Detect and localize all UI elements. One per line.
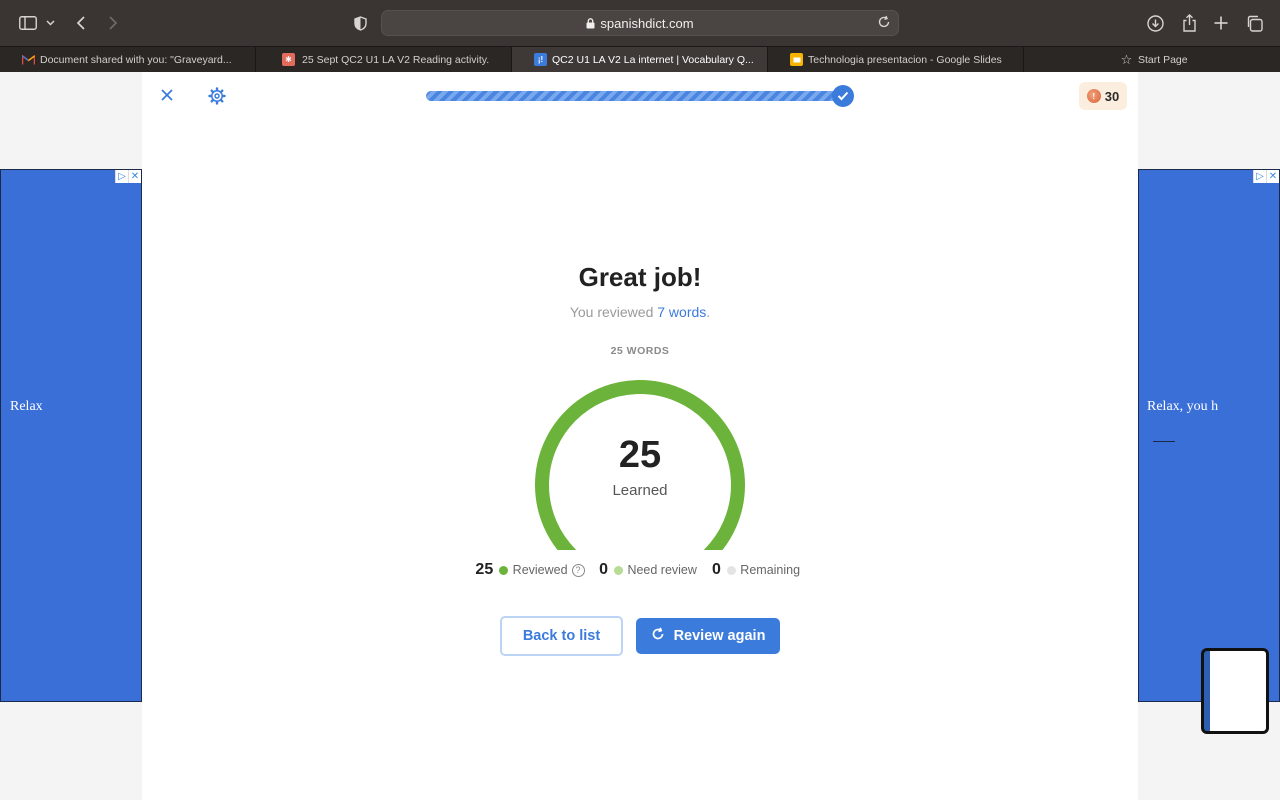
status-dot xyxy=(726,565,736,575)
tab-spanishdict[interactable]: ¡! QC2 U1 LA V2 La internet | Vocabulary… xyxy=(512,47,768,72)
ad-choices-icon[interactable]: ▷ xyxy=(115,170,128,183)
tab-overview-icon[interactable] xyxy=(1244,12,1264,34)
tab-label: QC2 U1 LA V2 La internet | Vocabulary Q.… xyxy=(552,53,754,66)
learned-label: Learned xyxy=(612,482,668,499)
result-headline: Great job! xyxy=(578,262,702,292)
slides-icon xyxy=(790,53,803,66)
gmail-icon xyxy=(22,53,35,66)
back-to-list-button[interactable]: Back to list xyxy=(500,616,623,656)
sidebar-toggle-icon[interactable] xyxy=(18,12,38,34)
tab-label: Document shared with you: "Graveyard... xyxy=(40,53,232,66)
stat-label: Remaining xyxy=(740,563,801,577)
gear-icon[interactable] xyxy=(207,86,227,106)
ad-text: Relax, you h xyxy=(1147,399,1219,414)
left-ad-banner[interactable]: ▷ ✕ Relax xyxy=(0,169,142,702)
result-subline: You reviewed 7 words. xyxy=(440,304,840,320)
ad-close-icon[interactable]: ✕ xyxy=(1266,170,1279,183)
status-dot xyxy=(613,565,623,575)
stat-value: 0 xyxy=(599,561,608,578)
back-arrow-icon[interactable] xyxy=(74,12,88,34)
stat-label: Reviewed xyxy=(512,563,568,577)
stat-reviewed: 25 Reviewed? xyxy=(470,559,590,579)
star-icon: ☆ xyxy=(1120,51,1133,67)
tab-label: 25 Sept QC2 U1 LA V2 Reading activity. xyxy=(302,53,490,66)
streak-flame-icon: ! xyxy=(1086,89,1101,103)
subline-suffix: . xyxy=(706,304,711,320)
tab-google-slides[interactable]: Technologia presentacion - Google Slides xyxy=(768,47,1024,72)
browser-toolbar: spanishdict.com xyxy=(0,0,1280,46)
learned-count: 25 xyxy=(618,434,662,476)
stat-label: Need review xyxy=(627,563,697,577)
spanishdict-icon: ¡! xyxy=(534,53,547,66)
tab-label: Technologia presentacion - Google Slides xyxy=(808,53,1002,66)
ad-close-icon[interactable]: ✕ xyxy=(128,170,141,183)
streak-badge[interactable]: ! 30 xyxy=(1079,82,1127,110)
status-dot xyxy=(499,565,509,575)
ad-choices-icon[interactable]: ▷ xyxy=(1253,170,1266,183)
quiz-progress-bar xyxy=(426,91,846,101)
refresh-icon xyxy=(651,627,665,645)
stat-value: 0 xyxy=(711,561,721,578)
tab-reading-activity[interactable]: ✱ 25 Sept QC2 U1 LA V2 Reading activity. xyxy=(256,47,512,72)
share-icon[interactable] xyxy=(1180,12,1198,34)
ad-text: Relax xyxy=(10,399,43,414)
tab-label: Start Page xyxy=(1138,53,1188,66)
review-again-label: Review again xyxy=(673,628,766,644)
right-ad-banner[interactable]: ▷ ✕ Relax, you h xyxy=(1138,169,1280,702)
checkmark-icon xyxy=(832,85,854,107)
chevron-down-icon[interactable] xyxy=(44,12,56,34)
quizlet-icon: ✱ xyxy=(282,53,295,66)
privacy-shield-icon[interactable] xyxy=(352,12,368,34)
tab-bar: Document shared with you: "Graveyard... … xyxy=(0,46,1280,72)
help-icon[interactable]: ? xyxy=(571,563,585,577)
stat-value: 25 xyxy=(475,561,494,578)
new-tab-icon[interactable] xyxy=(1212,12,1230,34)
word-count-label: 25 WORDS xyxy=(610,345,670,357)
close-icon[interactable] xyxy=(158,86,176,104)
lock-icon xyxy=(586,17,595,32)
pip-screen xyxy=(1204,651,1266,731)
streak-count: 30 xyxy=(1104,88,1120,104)
download-icon[interactable] xyxy=(1146,12,1164,34)
url-text: spanishdict.com xyxy=(600,16,694,31)
ad-controls: ▷ ✕ xyxy=(1253,170,1279,183)
tab-start-page[interactable]: ☆ Start Page xyxy=(1024,47,1280,72)
address-bar[interactable]: spanishdict.com xyxy=(381,10,899,36)
reviewed-words-link[interactable]: 7 words xyxy=(657,304,706,320)
picture-in-picture-window[interactable] xyxy=(1201,648,1269,734)
forward-arrow-icon[interactable] xyxy=(106,12,120,34)
stat-need-review: 0 Need review xyxy=(588,559,708,579)
subline-prefix: You reviewed xyxy=(569,304,654,320)
tab-gmail[interactable]: Document shared with you: "Graveyard... xyxy=(0,47,256,72)
ad-controls: ▷ ✕ xyxy=(115,170,141,183)
stat-remaining: 0 Remaining xyxy=(696,559,816,579)
reload-icon[interactable] xyxy=(877,15,891,34)
ad-divider xyxy=(1153,441,1175,442)
review-again-button[interactable]: Review again xyxy=(636,618,780,654)
